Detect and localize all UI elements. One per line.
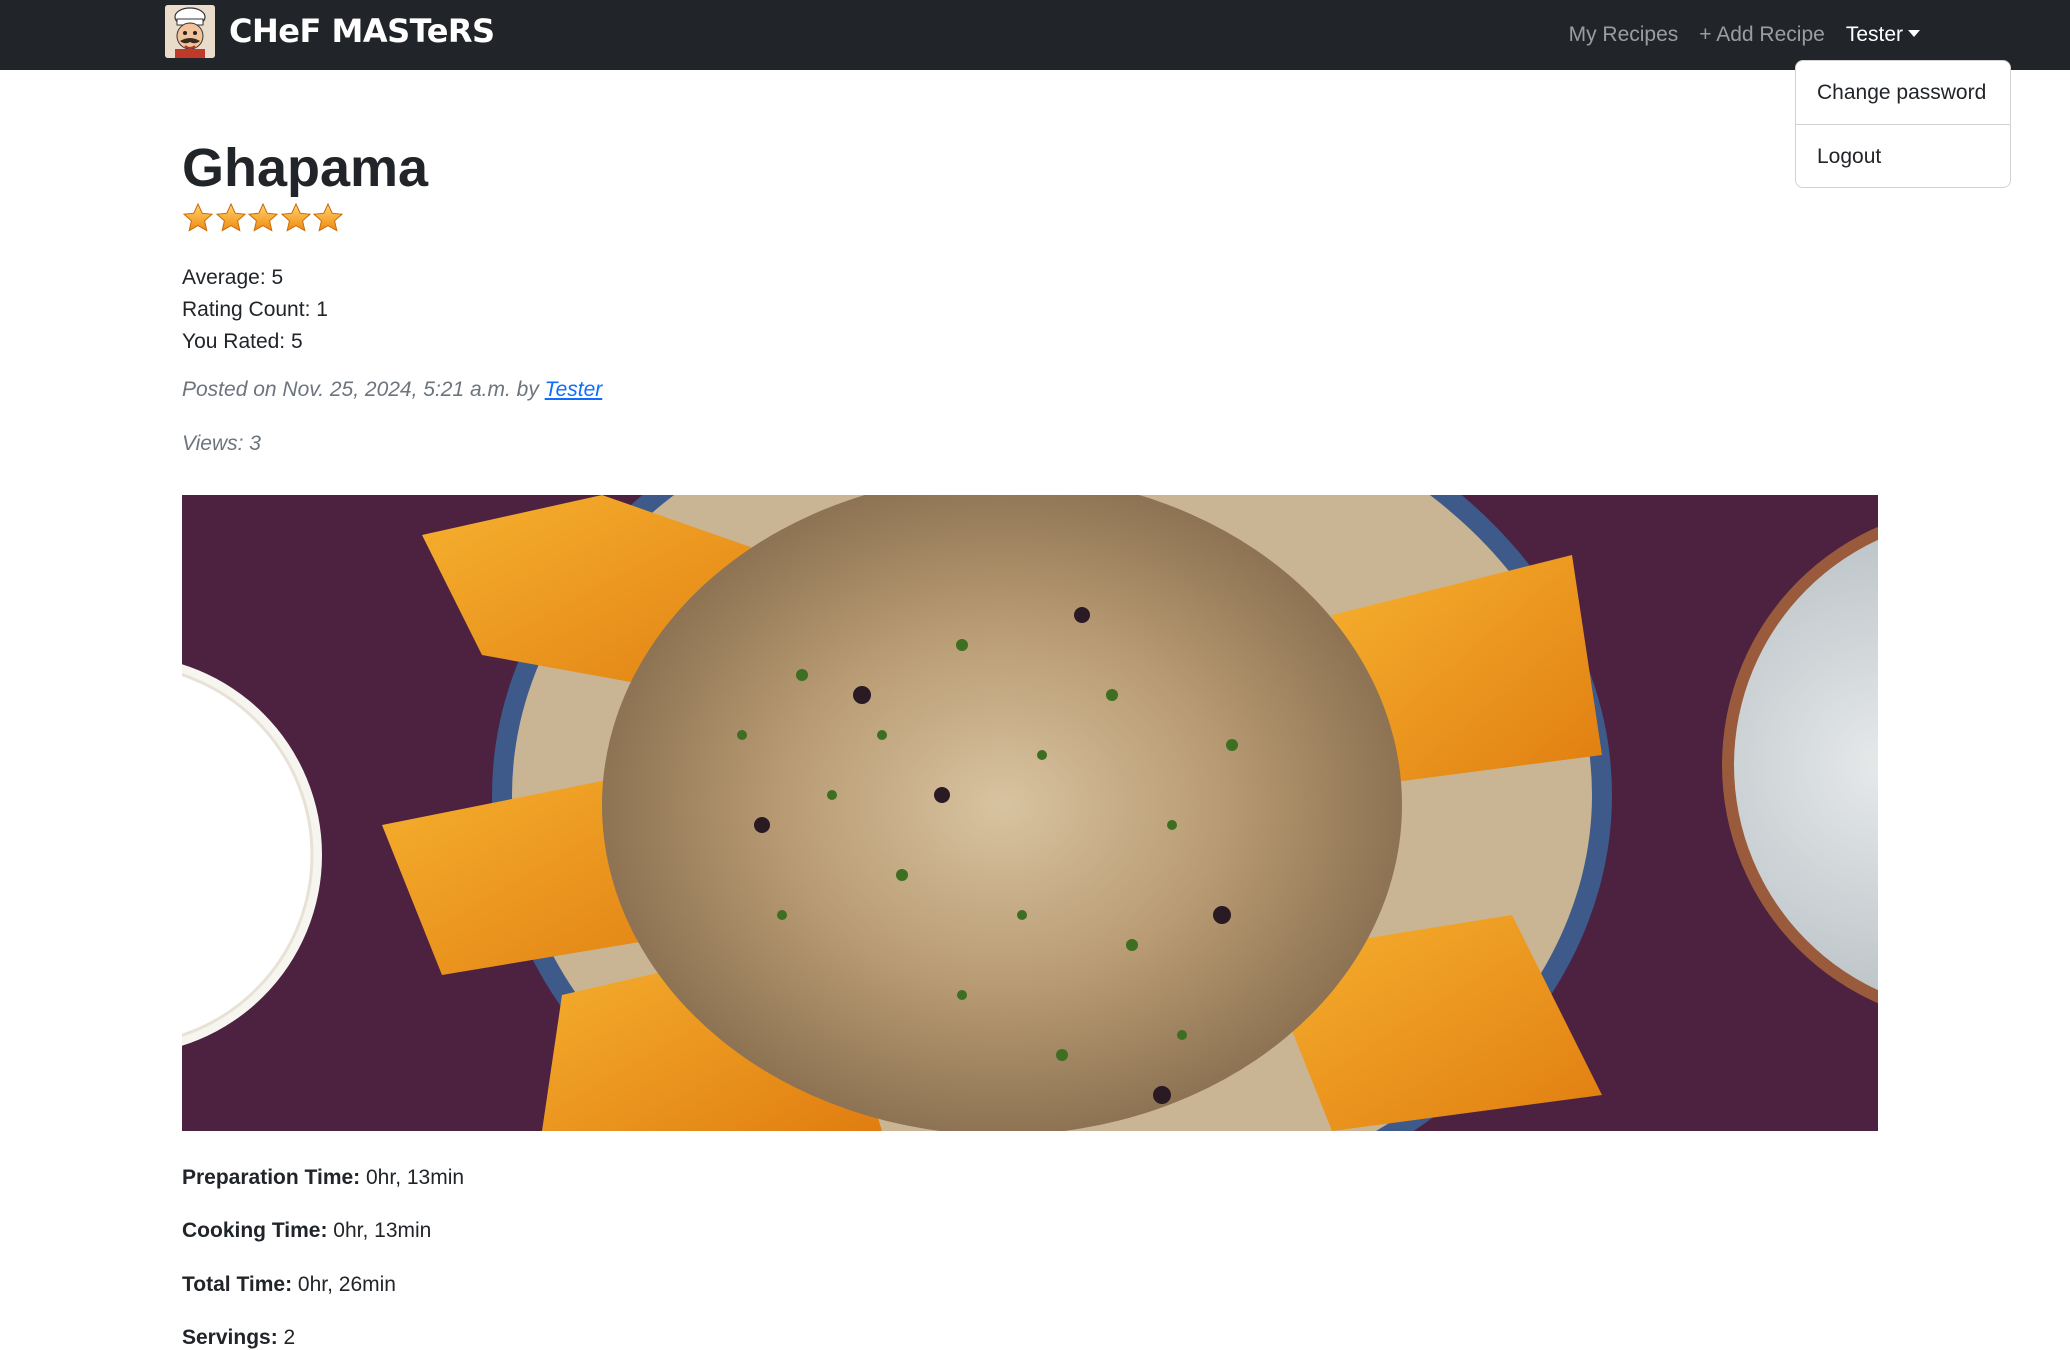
star-icon-2[interactable] xyxy=(215,202,247,234)
posted-text: Posted on Nov. 25, 2024, 5:21 a.m. by xyxy=(182,378,545,401)
views-count: Views: 3 xyxy=(182,432,261,455)
logout-item[interactable]: Logout xyxy=(1796,125,2010,189)
total-time: Total Time: 0hr, 26min xyxy=(182,1273,396,1297)
recipe-image xyxy=(182,495,1878,1131)
star-icon-4[interactable] xyxy=(280,202,312,234)
servings: Servings: 2 xyxy=(182,1326,295,1350)
prep-label: Preparation Time: xyxy=(182,1166,361,1189)
change-password-item[interactable]: Change password xyxy=(1796,61,2010,125)
star-icon-5[interactable] xyxy=(312,202,344,234)
user-dropdown-toggle[interactable]: Tester xyxy=(1846,23,1920,47)
navbar: CHeF MASTeRS My Recipes + Add Recipe Tes… xyxy=(0,0,2070,70)
total-label: Total Time: xyxy=(182,1273,293,1296)
caret-down-icon xyxy=(1908,29,1920,37)
cook-value: 0hr, 13min xyxy=(327,1219,432,1242)
preparation-time: Preparation Time: 0hr, 13min xyxy=(182,1166,464,1190)
brand-link[interactable]: CHeF MASTeRS xyxy=(165,5,495,58)
total-value: 0hr, 26min xyxy=(292,1273,396,1296)
brand-name: CHeF MASTeRS xyxy=(229,12,495,50)
star-icon-1[interactable] xyxy=(182,202,214,234)
posted-info: Posted on Nov. 25, 2024, 5:21 a.m. by Te… xyxy=(182,378,602,402)
author-link[interactable]: Tester xyxy=(545,378,603,401)
servings-value: 2 xyxy=(277,1326,296,1349)
user-dropdown-menu: Change password Logout xyxy=(1795,60,2011,188)
star-rating[interactable] xyxy=(182,202,345,234)
user-name: Tester xyxy=(1845,23,1903,46)
rating-count: Rating Count: 1 xyxy=(182,298,328,321)
chef-logo-icon xyxy=(165,5,215,58)
rating-average: Average: 5 xyxy=(182,266,284,289)
servings-label: Servings: xyxy=(182,1326,278,1349)
rating-you-rated: You Rated: 5 xyxy=(182,330,303,353)
cook-label: Cooking Time: xyxy=(182,1219,328,1242)
recipe-title: Ghapama xyxy=(182,138,429,198)
nav-add-recipe[interactable]: + Add Recipe xyxy=(1699,23,1825,47)
nav-my-recipes[interactable]: My Recipes xyxy=(1569,23,1679,47)
star-icon-3[interactable] xyxy=(247,202,279,234)
prep-value: 0hr, 13min xyxy=(360,1166,465,1189)
cooking-time: Cooking Time: 0hr, 13min xyxy=(182,1219,431,1243)
rating-summary: Average: 5 Rating Count: 1 You Rated: 5 xyxy=(182,262,328,358)
